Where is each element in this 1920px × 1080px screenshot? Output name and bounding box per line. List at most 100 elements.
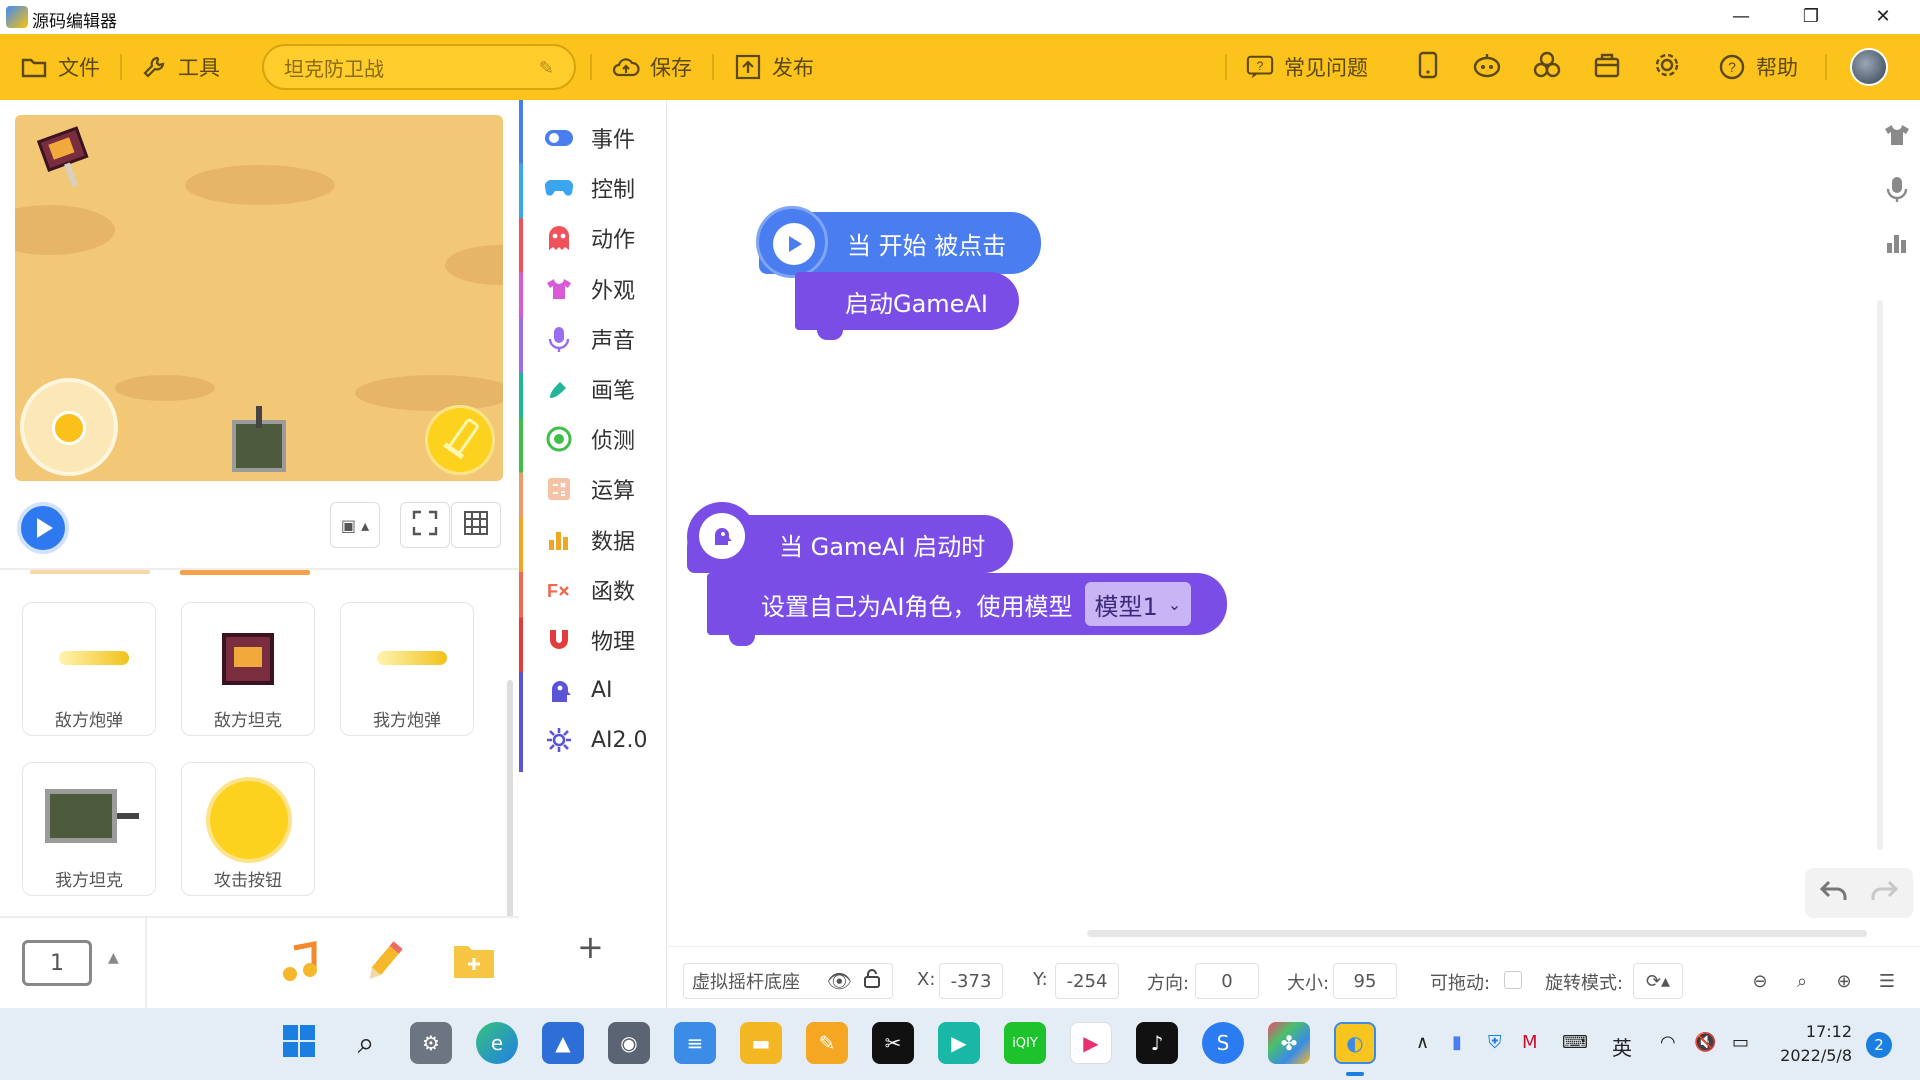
tiktok-icon: ♪ [1150, 1031, 1164, 1055]
code-workspace[interactable]: 当 开始 被点击 启动GameAI 当 GameAI 启动时 设置自己为AI角色… [667, 100, 1920, 940]
redo-button[interactable] [1869, 878, 1899, 908]
taskbar-app-youku[interactable]: ▶ [1070, 1022, 1112, 1064]
eye-icon[interactable]: 👁 [827, 969, 852, 993]
project-name-input[interactable]: 坦克防卫战 ✎ [262, 44, 576, 90]
taskbar-app-source-editor[interactable]: ◐ [1334, 1022, 1376, 1064]
help-button[interactable]: ? 帮助 [1718, 51, 1798, 83]
taskbar-app-notes[interactable]: ✎ [806, 1022, 848, 1064]
sprite-card[interactable]: 敌方坦克 [181, 602, 315, 736]
restore-button[interactable]: ❐ [1788, 4, 1834, 30]
lock-icon[interactable] [862, 968, 884, 994]
taskbar-app-iqiyi[interactable]: iQIY [1004, 1022, 1046, 1064]
scene-page-selector[interactable]: 1 [22, 940, 92, 986]
attack-button-sprite[interactable] [425, 405, 495, 475]
device-preview-button[interactable] [1412, 51, 1444, 83]
taskbar-app-player[interactable]: ▶ [938, 1022, 980, 1064]
publish-label: 发布 [772, 56, 814, 80]
sprite-list-scrollbar[interactable] [507, 680, 513, 920]
run-button[interactable] [17, 502, 69, 554]
draggable-checkbox[interactable] [1504, 971, 1522, 989]
direction-input[interactable]: 0 [1195, 963, 1259, 999]
close-button[interactable]: ✕ [1860, 4, 1906, 30]
ime-indicator[interactable]: 英 [1612, 1032, 1632, 1061]
chevron-down-icon: ⌄ [1167, 594, 1182, 614]
minimize-button[interactable]: — [1718, 4, 1764, 30]
toolbox-button[interactable] [1591, 51, 1623, 83]
tools-menu-button[interactable]: 工具 [140, 51, 220, 83]
category-label: 数据 [591, 529, 636, 555]
model-dropdown[interactable]: 模型1 ⌄ [1084, 582, 1192, 626]
user-avatar[interactable] [1850, 48, 1888, 86]
publish-icon [734, 53, 762, 81]
data-tab-button[interactable] [1876, 224, 1918, 266]
size-input[interactable]: 95 [1333, 963, 1397, 999]
fullscreen-button[interactable] [400, 502, 450, 548]
phone-icon [1418, 51, 1438, 83]
stage-size-button[interactable]: ▣ ▴ [330, 502, 380, 548]
zoom-in-button[interactable]: ⊕ [1827, 963, 1861, 999]
toolbar-divider [1825, 54, 1827, 80]
start-gameai-block[interactable]: 启动GameAI [795, 272, 1019, 330]
sprite-card[interactable]: 我方坦克 [22, 762, 156, 896]
svg-text:?: ? [1728, 59, 1736, 75]
tray-overflow-icon[interactable]: ∧ [1416, 1032, 1429, 1053]
volume-muted-icon[interactable]: 🔇 [1694, 1032, 1716, 1053]
clock-time[interactable]: 17:12 [1772, 1022, 1852, 1041]
sprite-card[interactable]: 我方炮弹 [340, 602, 474, 736]
sprite-name-field[interactable]: 虚拟摇杆底座 👁 [683, 963, 893, 999]
upload-sprite-button[interactable] [452, 940, 496, 980]
faq-button[interactable]: ? 常见问题 [1246, 51, 1368, 83]
taskbar-app-settings[interactable]: ⚙ [410, 1022, 452, 1064]
clock-date[interactable]: 2022/5/8 [1762, 1046, 1852, 1065]
taskbar-app-notepad[interactable]: ≡ [674, 1022, 716, 1064]
wifi-icon[interactable]: ◠ [1660, 1032, 1676, 1053]
extensions-button[interactable] [1531, 51, 1563, 83]
usb-icon[interactable]: ▮ [1452, 1032, 1462, 1053]
taskbar-app-tiktok[interactable]: ♪ [1136, 1022, 1178, 1064]
battery-icon[interactable]: ▭ [1732, 1032, 1749, 1053]
y-input[interactable]: -254 [1055, 963, 1119, 999]
taskbar-app-capcut[interactable]: ✂ [872, 1022, 914, 1064]
rotation-mode-dropdown[interactable]: ⟳▴ [1633, 963, 1683, 999]
keyboard-icon[interactable]: ⌨ [1562, 1032, 1588, 1053]
taskbar-app-photos[interactable]: ▲ [542, 1022, 584, 1064]
shield-icon[interactable]: ⛨ [1488, 1032, 1502, 1053]
settings-button[interactable] [1651, 51, 1683, 83]
block-notch [817, 326, 843, 340]
paint-sprite-button[interactable] [362, 938, 406, 986]
search-button[interactable]: ⌕ [345, 1022, 387, 1064]
robot-button[interactable] [1471, 51, 1503, 83]
sound-tab-button[interactable] [1876, 170, 1918, 212]
undo-button[interactable] [1819, 878, 1849, 908]
taskbar-app-camera[interactable]: ◉ [608, 1022, 650, 1064]
when-start-clicked-block[interactable]: 当 开始 被点击 [756, 206, 1041, 278]
workspace-menu-button[interactable]: ☰ [1870, 963, 1904, 999]
zoom-out-button[interactable]: ⊖ [1743, 963, 1777, 999]
costume-tab-button[interactable] [1876, 116, 1918, 158]
add-sound-button[interactable] [278, 940, 322, 984]
zoom-reset-button[interactable]: ⌕ [1785, 963, 1819, 999]
add-extension-button[interactable]: + [577, 928, 604, 966]
caret-up-icon[interactable]: ▲ [108, 950, 119, 966]
antivirus-icon[interactable]: M [1522, 1032, 1538, 1053]
set-ai-role-block[interactable]: 设置自己为AI角色，使用模型 模型1 ⌄ [707, 573, 1227, 635]
workspace-horizontal-scrollbar[interactable] [1087, 930, 1867, 937]
when-gameai-starts-block[interactable]: 当 GameAI 启动时 [687, 502, 1013, 573]
sprite-card[interactable]: 攻击按钮 [181, 762, 315, 896]
save-button[interactable]: 保存 [612, 51, 692, 83]
x-input[interactable]: -373 [939, 963, 1003, 999]
taskbar-app-edge[interactable]: e [476, 1022, 518, 1064]
category-13[interactable]: AI2.0 [519, 710, 665, 770]
start-button[interactable] [278, 1022, 320, 1064]
workspace-vertical-scrollbar[interactable] [1877, 300, 1883, 850]
sand-patch [445, 245, 503, 285]
taskbar-app-clover[interactable]: ✤ [1268, 1022, 1310, 1064]
sprite-card[interactable]: 敌方炮弹 [22, 602, 156, 736]
notification-badge[interactable]: 2 [1866, 1032, 1892, 1058]
file-menu-button[interactable]: 文件 [20, 51, 100, 83]
taskbar-app-explorer[interactable]: ▬ [740, 1022, 782, 1064]
virtual-joystick-knob[interactable] [52, 411, 86, 445]
taskbar-app-sogou[interactable]: S [1202, 1022, 1244, 1064]
publish-button[interactable]: 发布 [734, 51, 814, 83]
grid-toggle-button[interactable] [451, 502, 501, 548]
